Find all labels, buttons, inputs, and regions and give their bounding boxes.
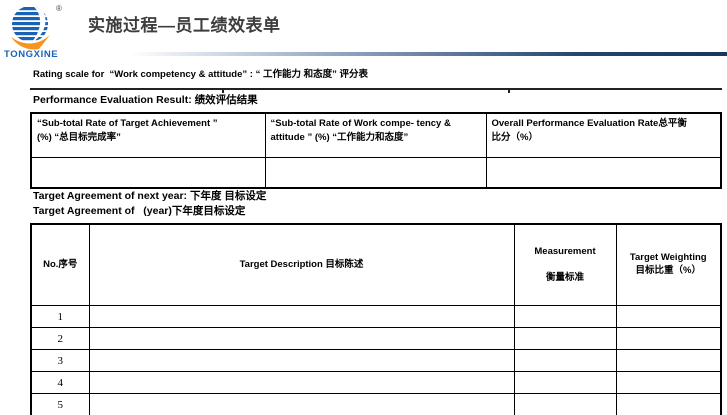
empty-cell bbox=[616, 350, 721, 372]
empty-cell bbox=[514, 372, 616, 394]
empty-cell bbox=[616, 372, 721, 394]
title-underline bbox=[130, 52, 727, 56]
target-table-header-row: No.序号 Target Description 目标陈述 Measuremen… bbox=[31, 224, 721, 306]
empty-cell bbox=[514, 394, 616, 415]
col-work-competency: “Sub-total Rate of Work compe- tency & a… bbox=[265, 113, 486, 158]
table-row: 2 bbox=[31, 328, 721, 350]
performance-table-value-row bbox=[31, 158, 721, 189]
empty-cell bbox=[514, 350, 616, 372]
empty-cell bbox=[486, 158, 721, 189]
performance-table-header-row: “Sub-total Rate of Target Achievement ” … bbox=[31, 113, 721, 158]
empty-cell bbox=[265, 158, 486, 189]
empty-cell bbox=[514, 306, 616, 328]
row-number-cell: 5 bbox=[31, 394, 89, 415]
empty-cell bbox=[514, 328, 616, 350]
target-agreement-line1: Target Agreement of next year: 下年度 目标设定 bbox=[33, 188, 266, 203]
col-weighting: Target Weighting 目标比重（%） bbox=[616, 224, 721, 306]
table-row: 5 bbox=[31, 394, 721, 415]
empty-cell bbox=[31, 158, 265, 189]
table-row: 1 bbox=[31, 306, 721, 328]
measurement-label-zh: 衡量标准 bbox=[517, 272, 614, 285]
table-row: 3 bbox=[31, 350, 721, 372]
company-logo: ® TONGXINE bbox=[4, 4, 74, 64]
row-number-cell: 2 bbox=[31, 328, 89, 350]
target-agreement-line2: Target Agreement of (year)下年度目标设定 bbox=[33, 203, 245, 218]
col-measurement: Measurement 衡量标准 bbox=[514, 224, 616, 306]
table-row: 4 bbox=[31, 372, 721, 394]
row-number-cell: 3 bbox=[31, 350, 89, 372]
col-overall-rate: Overall Performance Evaluation Rate总平衡 比… bbox=[486, 113, 721, 158]
row-number-cell: 4 bbox=[31, 372, 89, 394]
col-target-achievement: “Sub-total Rate of Target Achievement ” … bbox=[31, 113, 265, 158]
performance-result-heading: Performance Evaluation Result: 绩效评估结果 bbox=[33, 92, 258, 107]
col-description: Target Description 目标陈述 bbox=[89, 224, 514, 306]
performance-result-table: “Sub-total Rate of Target Achievement ” … bbox=[30, 112, 722, 189]
section-divider bbox=[30, 88, 722, 90]
target-agreement-table: No.序号 Target Description 目标陈述 Measuremen… bbox=[30, 223, 722, 415]
page-title: 实施过程—员工绩效表单 bbox=[88, 11, 281, 36]
empty-cell bbox=[616, 328, 721, 350]
divider-tick bbox=[508, 88, 510, 93]
slide-page: ® TONGXINE 实施过程—员工绩效表单 Rating scale for … bbox=[0, 0, 727, 415]
rating-scale-caption: Rating scale for “Work competency & atti… bbox=[33, 66, 713, 80]
measurement-label-en: Measurement bbox=[534, 246, 595, 257]
empty-cell bbox=[616, 394, 721, 415]
empty-cell bbox=[89, 372, 514, 394]
registered-trademark: ® bbox=[56, 4, 62, 13]
weighting-label-en: Target Weighting bbox=[630, 252, 707, 263]
col-number: No.序号 bbox=[31, 224, 89, 306]
weighting-label-zh: 目标比重（%） bbox=[636, 265, 701, 276]
empty-cell bbox=[89, 306, 514, 328]
row-number-cell: 1 bbox=[31, 306, 89, 328]
empty-cell bbox=[616, 306, 721, 328]
empty-cell bbox=[89, 394, 514, 415]
empty-cell bbox=[89, 350, 514, 372]
empty-cell bbox=[89, 328, 514, 350]
brand-name: TONGXINE bbox=[4, 49, 74, 60]
